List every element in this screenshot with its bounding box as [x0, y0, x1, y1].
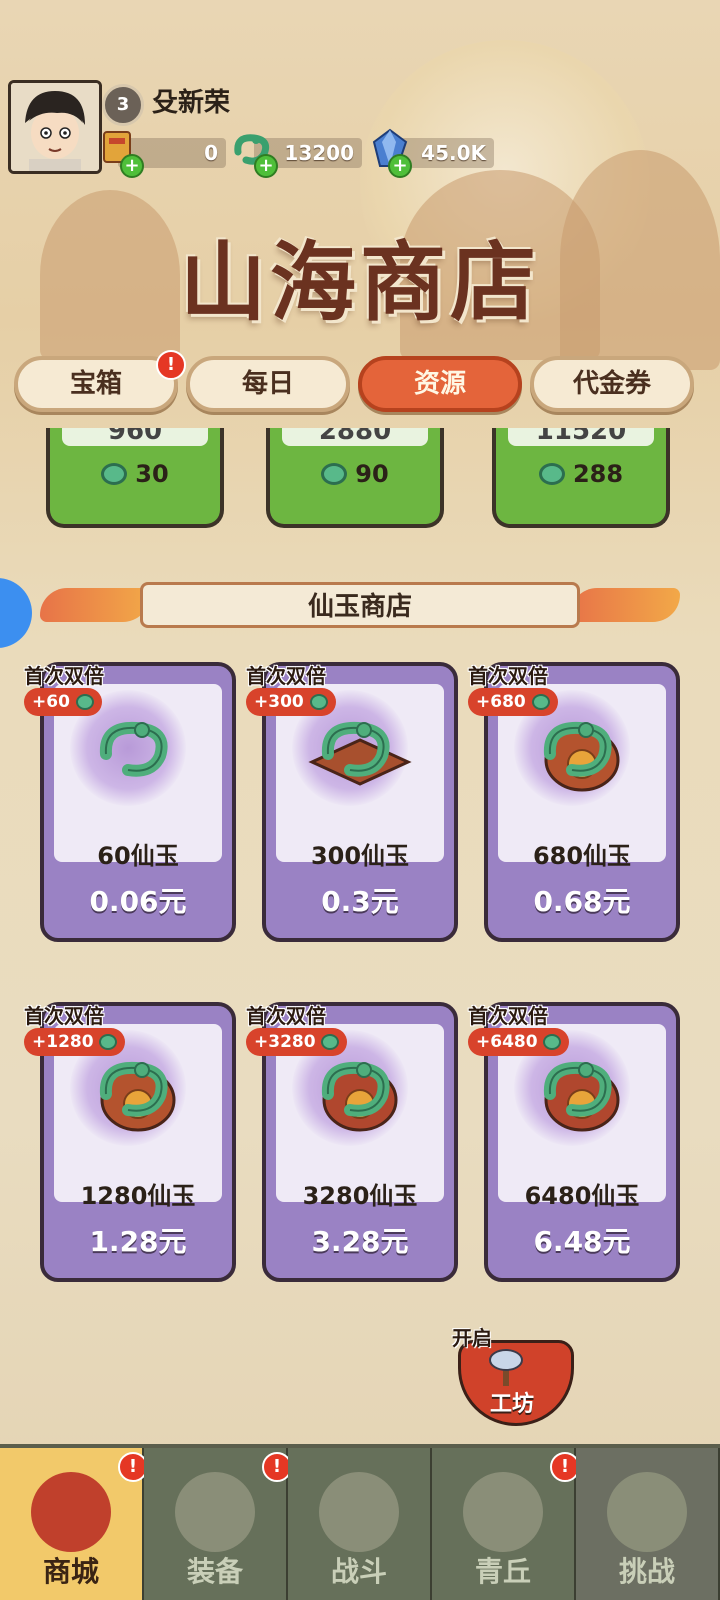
product-amount: 300仙玉	[310, 842, 410, 870]
product-price: 0.68元	[533, 885, 631, 918]
first-double-label: 首次双倍	[246, 664, 326, 688]
resource-amount: 960	[62, 428, 208, 446]
resource-card[interactable]: 960 30	[46, 428, 224, 528]
bonus-amount: +6480	[468, 1028, 570, 1056]
first-double-ribbon: 首次双倍 +3280	[246, 1000, 376, 1058]
product-price: 0.3元	[321, 885, 399, 918]
jade-icon	[99, 1034, 118, 1050]
resource-price: 30	[50, 460, 220, 488]
coupon-value: 0	[204, 141, 218, 165]
player-avatar[interactable]	[8, 80, 102, 174]
jade-value: 13200	[284, 141, 354, 165]
jade-icon	[101, 463, 128, 485]
resource-card[interactable]: 11520 288	[492, 428, 670, 528]
bonus-amount: +1280	[24, 1028, 126, 1056]
crystal-value: 45.0K	[421, 141, 486, 165]
resource-price: 90	[270, 460, 440, 488]
workshop-open-tag: 开启	[452, 1326, 492, 1350]
first-double-label: 首次双倍	[24, 664, 104, 688]
first-double-ribbon: 首次双倍 +300	[246, 660, 376, 718]
resource-price: 288	[496, 460, 666, 488]
nav-label: 商城	[42, 1555, 99, 1588]
first-double-label: 首次双倍	[468, 1004, 548, 1028]
floating-side-button[interactable]	[0, 578, 32, 648]
player-level-badge: 3	[102, 84, 144, 126]
tab-label: 代金券	[572, 369, 651, 399]
jade-chest-icon	[528, 1050, 636, 1134]
first-double-label: 首次双倍	[468, 664, 548, 688]
equipment-icon	[175, 1472, 255, 1552]
nav-label: 青丘	[474, 1555, 531, 1588]
crystal-add-button[interactable]: +	[388, 154, 412, 178]
tab-chest-alert-badge: !	[156, 350, 186, 380]
product-price: 0.06元	[89, 885, 187, 918]
jade-icon	[309, 694, 328, 710]
tab-label: 宝箱	[69, 369, 122, 399]
product-price: 6.48元	[533, 1225, 631, 1258]
qingqiu-icon	[463, 1472, 543, 1552]
first-double-ribbon: 首次双倍 +1280	[24, 1000, 154, 1058]
product-amount: 680仙玉	[532, 842, 632, 870]
tab-label: 资源	[413, 369, 466, 399]
jade-crate-icon	[306, 1050, 414, 1134]
resource-amount: 11520	[508, 428, 654, 446]
battle-icon	[319, 1472, 399, 1552]
nav-label: 战斗	[330, 1555, 387, 1588]
tab-resources[interactable]: 资源	[358, 356, 522, 412]
tab-vouchers[interactable]: 代金券	[530, 356, 694, 412]
nav-label: 挑战	[618, 1555, 675, 1588]
first-double-ribbon: 首次双倍 +6480	[468, 1000, 598, 1058]
jade-pile-icon	[84, 710, 192, 794]
product-amount: 3280仙玉	[302, 1182, 418, 1210]
first-double-ribbon: 首次双倍 +60	[24, 660, 154, 718]
hammer-icon	[486, 1348, 526, 1388]
jade-bags-icon	[84, 1050, 192, 1134]
jade-icon	[321, 1034, 340, 1050]
first-double-ribbon: 首次双倍 +680	[468, 660, 598, 718]
section-banner: 仙玉商店	[40, 578, 680, 632]
resource-amount: 2880	[282, 428, 428, 446]
section-title: 仙玉商店	[307, 592, 412, 622]
workshop-label: 工坊	[489, 1392, 534, 1417]
jade-icon	[543, 1034, 562, 1050]
product-amount: 1280仙玉	[80, 1182, 196, 1210]
jade-icon	[321, 463, 348, 485]
shop-title: 山海商店	[180, 232, 540, 333]
product-price: 3.28元	[311, 1225, 409, 1258]
challenge-icon	[607, 1472, 687, 1552]
tab-chest[interactable]: 宝箱	[14, 356, 178, 412]
shop-icon	[31, 1472, 111, 1552]
jade-add-button[interactable]: +	[254, 154, 278, 178]
first-double-label: 首次双倍	[24, 1004, 104, 1028]
tab-label: 每日	[241, 369, 294, 399]
nav-battle[interactable]: 战斗	[288, 1448, 432, 1600]
jade-icon	[75, 694, 94, 710]
player-name: 殳新荣	[152, 88, 231, 118]
product-price: 1.28元	[89, 1225, 187, 1258]
workshop-button[interactable]: 开启 工坊	[452, 1322, 574, 1430]
coupon-add-button[interactable]: +	[120, 154, 144, 178]
product-amount: 6480仙玉	[524, 1182, 640, 1210]
tab-daily[interactable]: 每日	[186, 356, 350, 412]
jade-icon	[538, 463, 565, 485]
first-double-label: 首次双倍	[246, 1004, 326, 1028]
product-amount: 60仙玉	[97, 842, 179, 870]
jade-bag-icon	[528, 710, 636, 794]
bonus-amount: +60	[24, 688, 102, 716]
nav-label: 装备	[186, 1555, 243, 1588]
jade-plate-icon	[306, 710, 414, 794]
bonus-amount: +680	[468, 688, 558, 716]
bonus-amount: +3280	[246, 1028, 348, 1056]
jade-icon	[531, 694, 550, 710]
bonus-amount: +300	[246, 688, 336, 716]
resource-card[interactable]: 2880 90	[266, 428, 444, 528]
nav-challenge[interactable]: 挑战	[576, 1448, 720, 1600]
